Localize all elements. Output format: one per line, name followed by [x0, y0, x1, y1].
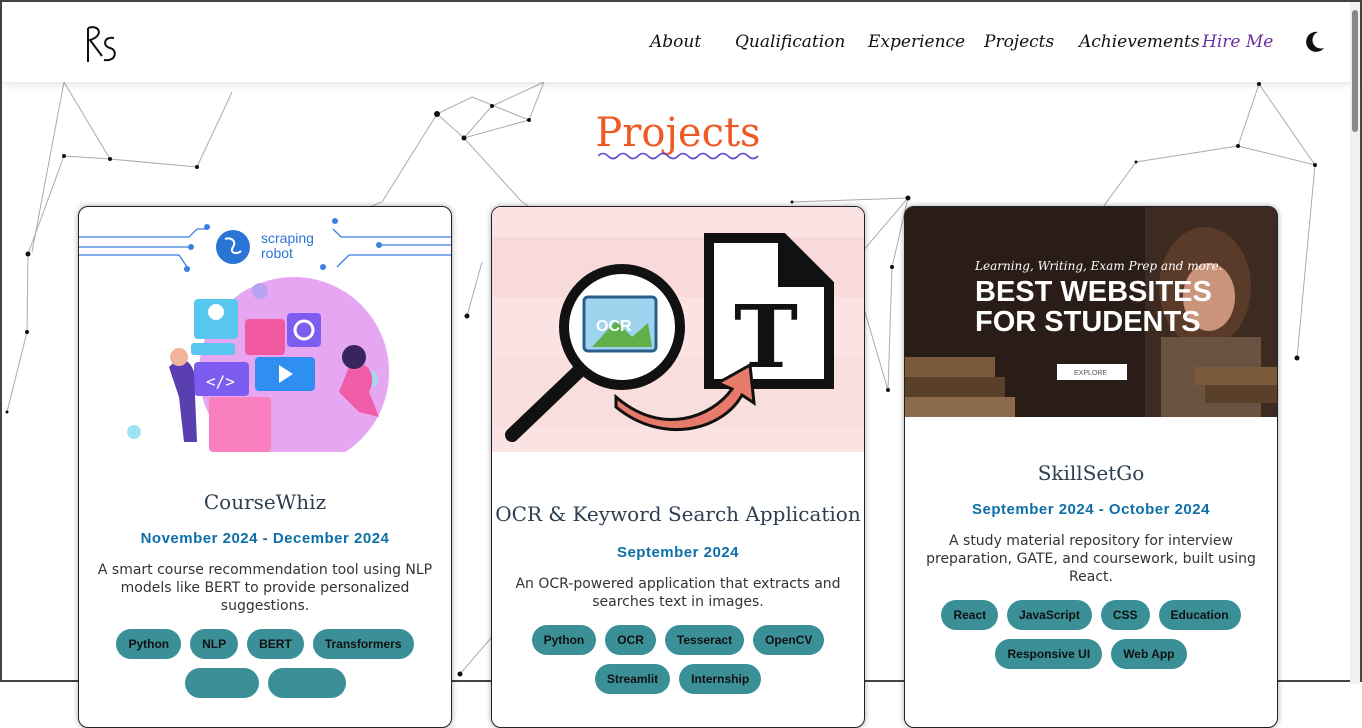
tag-chip: JavaScript [1007, 600, 1092, 630]
tag-chip: Web App [1111, 639, 1187, 669]
tag-chip: Responsive UI [995, 639, 1103, 669]
project-date: September 2024 - October 2024 [972, 501, 1210, 518]
page-scrollbar[interactable] [1350, 2, 1360, 684]
tag-chip: Internship [679, 664, 762, 694]
nav-hire-me[interactable]: Hire Me [1202, 32, 1273, 52]
site-logo[interactable] [80, 22, 120, 66]
tag-chip: Education [1158, 600, 1241, 630]
tag-chip: Tesseract [664, 625, 745, 655]
project-card-ocr[interactable]: T OCR OCR & Keyword Search Application S… [491, 206, 865, 728]
project-title: CourseWhiz [203, 490, 327, 514]
nav-about[interactable]: About [650, 32, 701, 52]
project-title: OCR & Keyword Search Application [495, 502, 861, 526]
nav-achievements[interactable]: Achievements [1079, 32, 1200, 52]
project-description: An OCR-powered application that extracts… [515, 576, 841, 610]
top-navbar: About Qualification Experience Projects … [2, 2, 1354, 82]
image-explore-button: EXPLORE [1074, 370, 1107, 377]
project-date: September 2024 [616, 544, 740, 561]
image-headline-1: BEST WEBSITES [975, 276, 1212, 308]
tag-chip: BERT [247, 629, 304, 659]
project-tags: React JavaScript CSS Education Responsiv… [905, 600, 1277, 669]
project-tags: Python OCR Tesseract OpenCV Streamlit In… [492, 625, 864, 694]
tag-chip: OpenCV [753, 625, 825, 655]
project-image-skillsetgo: Learning, Writing, Exam Prep and more. B… [905, 207, 1277, 417]
tag-chip: Transformers [312, 629, 414, 659]
tag-chip: Python [116, 629, 182, 659]
nav-experience[interactable]: Experience [868, 32, 965, 52]
project-title: SkillSetGo [1037, 461, 1145, 485]
project-image-ocr: T OCR [492, 207, 864, 452]
scrollbar-thumb[interactable] [1352, 10, 1358, 132]
tag-chip: NLP [190, 629, 239, 659]
tag-chip [184, 668, 259, 698]
tag-chip: Python [531, 625, 597, 655]
project-date: November 2024 - December 2024 [140, 530, 390, 547]
tag-chip: CSS [1100, 600, 1150, 630]
nav-qualification[interactable]: Qualification [735, 32, 845, 52]
svg-text:</>: </> [206, 372, 235, 391]
tag-chip: React [941, 600, 999, 630]
ocr-label: OCR [596, 318, 632, 335]
tag-chip: Streamlit [594, 664, 671, 694]
nav-projects[interactable]: Projects [984, 32, 1054, 52]
project-description: A smart course recommendation tool using… [97, 562, 433, 614]
image-tagline: Learning, Writing, Exam Prep and more. [974, 259, 1223, 273]
moon-icon[interactable] [1302, 30, 1326, 54]
project-card-coursewhiz[interactable]: scraping robot </> CourseWhiz November 2… [78, 206, 452, 728]
project-image-coursewhiz: scraping robot </> [79, 207, 451, 452]
brand-line-1: scraping [261, 230, 314, 246]
project-description: A study material repository for intervie… [926, 533, 1256, 585]
title-underline [598, 152, 759, 160]
project-tags: Python NLP BERT Transformers [79, 629, 451, 698]
tag-chip: OCR [605, 625, 656, 655]
brand-line-2: robot [261, 245, 293, 261]
image-headline-2: FOR STUDENTS [975, 306, 1201, 338]
project-card-skillsetgo[interactable]: Learning, Writing, Exam Prep and more. B… [904, 206, 1278, 728]
tag-chip [267, 668, 346, 698]
